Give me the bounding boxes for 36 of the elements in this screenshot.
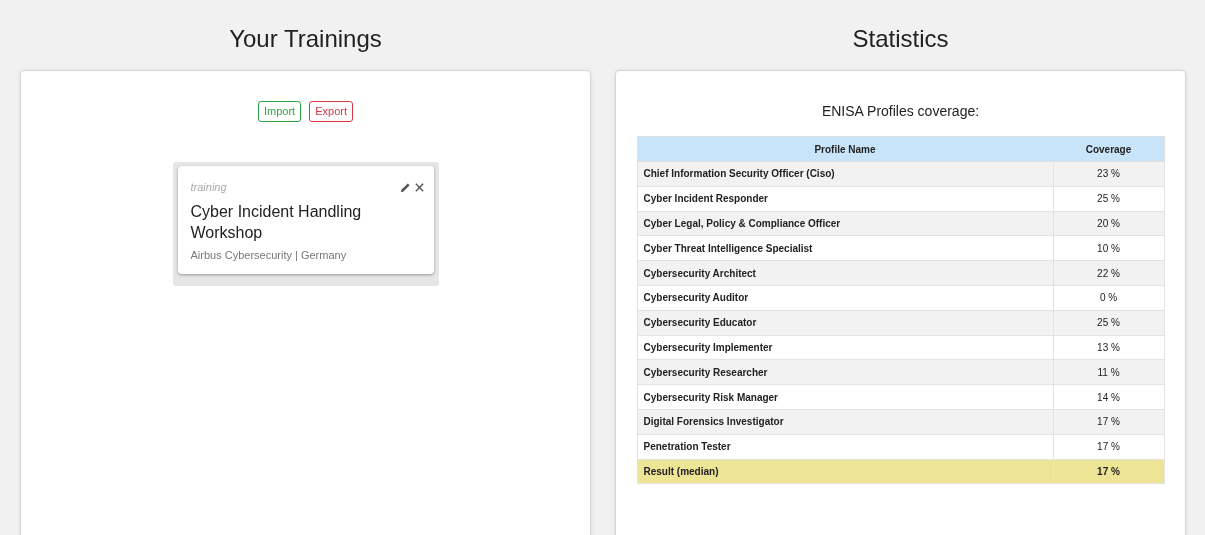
coverage-value: 0 % <box>1053 285 1164 311</box>
profile-name: Cybersecurity Implementer <box>637 335 1053 360</box>
table-title: ENISA Profiles coverage: <box>820 102 981 121</box>
panel-title: Statistics <box>851 24 950 54</box>
coverage-value: 14 % <box>1053 384 1164 410</box>
profile-name: Cyber Legal, Policy & Compliance Officer <box>637 211 1053 236</box>
profile-name: Cybersecurity Educator <box>637 310 1053 336</box>
profile-name: Digital Forensics Investigator <box>637 409 1053 435</box>
profile-name: Cybersecurity Risk Manager <box>637 384 1053 410</box>
coverage-value: 13 % <box>1053 335 1164 360</box>
profile-name: Cyber Incident Responder <box>637 186 1053 212</box>
training-type: training <box>190 180 227 195</box>
coverage-value: 17 % <box>1053 409 1164 435</box>
training-title: Cyber Incident Handling Workshop <box>190 202 363 243</box>
coverage-value: 17 % <box>1053 434 1164 460</box>
column-header: Profile Name <box>637 136 1053 162</box>
result-label: Result (median) <box>637 459 1053 484</box>
coverage-value: 11 % <box>1053 359 1164 385</box>
coverage-value: 22 % <box>1053 260 1164 286</box>
profile-name: Cybersecurity Auditor <box>637 285 1053 311</box>
profile-name: Cybersecurity Architect <box>637 260 1053 286</box>
panel-title: Your Trainings <box>228 24 383 54</box>
coverage-value: 20 % <box>1053 211 1164 236</box>
column-header: Coverage <box>1053 136 1164 162</box>
export-button[interactable]: Export <box>309 101 353 122</box>
training-provider: Airbus Cybersecurity | Germany <box>190 248 348 263</box>
profile-name: Penetration Tester <box>637 434 1053 460</box>
coverage-value: 10 % <box>1053 235 1164 261</box>
coverage-value: 25 % <box>1053 186 1164 212</box>
profile-name: Cybersecurity Researcher <box>637 359 1053 385</box>
coverage-value: 23 % <box>1053 161 1164 187</box>
profile-name: Chief Information Security Officer (Ciso) <box>637 161 1053 187</box>
coverage-value: 25 % <box>1053 310 1164 336</box>
import-button[interactable]: Import <box>258 101 302 122</box>
result-value: 17 % <box>1053 459 1164 484</box>
profile-name: Cyber Threat Intelligence Specialist <box>637 235 1053 261</box>
